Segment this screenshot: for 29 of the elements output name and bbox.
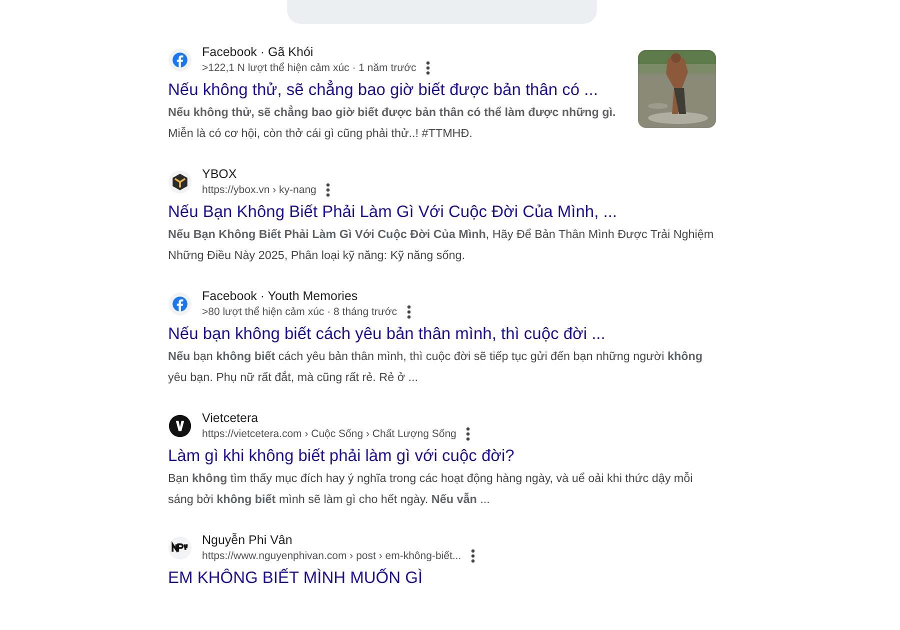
result-snippet: Nếu bạn không biết cách yêu bản thân mình, thì cuộc đời sẽ tiếp tục gửi đến bạn những người không yêu bạn. Phụ nữ rất đắt, mà cũng rất rẻ. Rẻ ở ...	[168, 349, 704, 386]
source-name: Vietcetera	[202, 410, 260, 426]
facebook-icon	[168, 48, 192, 72]
result-snippet: Bạn không tìm thấy mục đích hay ý nghĩa trong các hoạt động hàng ngày, và uể oải khi thức dậy mỗi sáng bởi không biết mình sẽ làm gì cho hết ngày. Nếu vẫn ...	[168, 470, 694, 508]
result-title[interactable]: Nếu không thử, sẽ chẳng bao giờ biết được bản thân có ...	[168, 79, 624, 101]
source-meta: https://ybox.vn › ky-nang	[202, 183, 316, 198]
source-name: YBOX	[202, 166, 238, 182]
more-icon[interactable]	[471, 549, 476, 563]
more-icon[interactable]	[407, 305, 412, 319]
result-title[interactable]: Nếu Bạn Không Biết Phải Làm Gì Với Cuộc Đời Của Mình, ...	[168, 201, 716, 223]
cube-icon	[168, 170, 192, 194]
source-name: Nguyễn Phi Vân	[202, 532, 294, 548]
more-icon[interactable]	[326, 183, 330, 197]
result-snippet: Nếu Bạn Không Biết Phải Làm Gì Với Cuộc Đời Của Mình, Hãy Để Bản Thân Mình Được Trải Nghiệm Những Điều Này 2025, Phân loại kỹ năng: Kỹ năng sống.	[168, 227, 715, 264]
facebook-icon	[168, 292, 192, 316]
source-meta: >80 lượt thể hiện cảm xúc · 8 tháng trước	[202, 305, 398, 320]
source-name: Facebook · Gã Khói	[202, 44, 314, 60]
result-title[interactable]: Làm gì khi không biết phải làm gì với cuộc đời?	[168, 445, 716, 467]
result-snippet: Nếu không thử, sẽ chẳng bao giờ biết được bản thân có thể làm được những gì. Miễn là có cơ hội, còn thở cái gì cũng phải thử..! #TTMHĐ.	[168, 104, 617, 142]
source-meta: >122,1 N lượt thể hiện cảm xúc · 1 năm trước	[202, 61, 416, 76]
result-title[interactable]: Nếu bạn không biết cách yêu bản thân mình, thì cuộc đời ...	[168, 323, 716, 345]
source-meta: https://vietcetera.com › Cuộc Sống › Chất Lượng Sống	[202, 427, 456, 442]
source-meta: https://www.nguyenphivan.com › post › em-không-biết...	[202, 549, 462, 564]
more-icon[interactable]	[426, 61, 430, 75]
more-icon[interactable]	[466, 427, 470, 441]
v-logo-icon	[168, 414, 192, 438]
source-name: Facebook · Youth Memories	[202, 288, 359, 304]
monogram-icon	[168, 536, 192, 560]
result-title[interactable]: EM KHÔNG BIẾT MÌNH MUỐN GÌ	[168, 567, 716, 589]
